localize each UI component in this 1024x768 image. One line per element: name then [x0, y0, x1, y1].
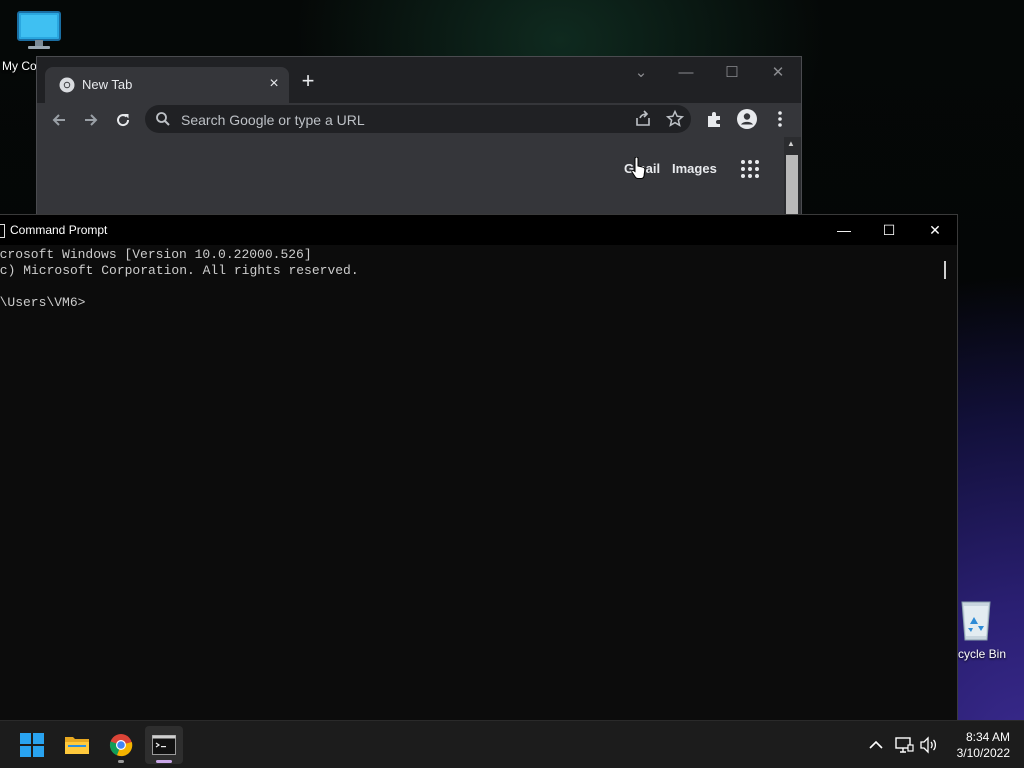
search-icon [156, 112, 170, 126]
chrome-icon [59, 77, 75, 93]
system-clock[interactable]: 8:34 AM 3/10/2022 [946, 729, 1010, 761]
running-indicator [118, 760, 124, 763]
arrow-right-icon [85, 114, 98, 126]
tab-search-button[interactable]: ⌄ [626, 61, 656, 85]
maximize-button[interactable]: ☐ [717, 61, 747, 85]
active-indicator [156, 760, 172, 763]
cmd-titlebar[interactable]: Command Prompt — ☐ ✕ [0, 215, 957, 245]
reload-icon [117, 114, 130, 127]
cmd-minimize-button[interactable]: — [821, 215, 867, 245]
address-bar[interactable] [145, 105, 691, 133]
windows-logo-icon [20, 733, 44, 757]
taskbar-file-explorer[interactable] [58, 726, 96, 764]
desktop-icon-label: cycle Bin [958, 647, 1007, 661]
cmd-close-button[interactable]: ✕ [912, 215, 958, 245]
bookmark-star-icon[interactable] [665, 109, 685, 129]
new-tab-page: Gmail Images [37, 137, 785, 225]
console-output[interactable]: Microsoft Windows [Version 10.0.22000.52… [0, 245, 940, 719]
chrome-icon [109, 734, 133, 757]
taskbar: 8:34 AM 3/10/2022 [0, 720, 1024, 768]
new-tab-button[interactable]: + [296, 70, 320, 94]
tab-new-tab[interactable]: New Tab × [45, 67, 289, 103]
clock-time: 8:34 AM [965, 730, 1010, 744]
monitor-icon [17, 11, 61, 49]
network-icon[interactable] [894, 735, 914, 755]
tab-strip: New Tab × + ⌄ — ☐ ✕ [37, 57, 801, 103]
google-apps-icon[interactable] [740, 159, 760, 179]
images-link[interactable]: Images [672, 161, 717, 176]
kebab-menu-icon[interactable] [768, 107, 792, 131]
folder-icon [65, 737, 89, 754]
back-button[interactable] [46, 107, 72, 133]
start-button[interactable] [13, 726, 51, 764]
tab-title: New Tab [82, 77, 133, 92]
forward-button[interactable] [78, 107, 104, 133]
reload-button[interactable] [110, 107, 136, 133]
chrome-toolbar [37, 103, 801, 137]
console-prompt: C:\Users\VM6> [0, 295, 86, 310]
command-prompt-window[interactable]: Command Prompt — ☐ ✕ Microsoft Windows [… [0, 214, 958, 720]
console-line: (c) Microsoft Corporation. All rights re… [0, 263, 359, 278]
hand-cursor-icon [631, 157, 646, 179]
taskbar-command-prompt[interactable] [145, 726, 183, 764]
cmd-window-icon [0, 224, 5, 238]
scroll-up-arrow-icon[interactable]: ▲ [787, 139, 795, 148]
minimize-button[interactable]: — [671, 61, 701, 85]
arrow-left-icon [52, 114, 65, 126]
close-button[interactable]: ✕ [763, 61, 793, 85]
terminal-icon [152, 735, 176, 755]
desktop-icon-label: My Co [2, 59, 37, 73]
volume-icon[interactable] [919, 735, 939, 755]
tab-close-button[interactable]: × [264, 74, 284, 94]
cmd-maximize-button[interactable]: ☐ [866, 215, 912, 245]
console-line: Microsoft Windows [Version 10.0.22000.52… [0, 247, 312, 262]
console-scrollbar-thumb[interactable] [944, 261, 946, 279]
profile-avatar-icon[interactable] [735, 107, 759, 131]
cmd-title: Command Prompt [10, 223, 108, 237]
share-icon[interactable] [633, 109, 653, 129]
clock-date: 3/10/2022 [956, 746, 1010, 760]
recycle-bin-icon [961, 601, 991, 641]
address-input[interactable] [179, 109, 623, 131]
taskbar-google-chrome[interactable] [102, 726, 140, 764]
chrome-window[interactable]: New Tab × + ⌄ — ☐ ✕ Search Google or typ… [36, 56, 802, 227]
chevron-up-icon[interactable] [866, 735, 886, 755]
extensions-icon[interactable] [703, 107, 727, 131]
